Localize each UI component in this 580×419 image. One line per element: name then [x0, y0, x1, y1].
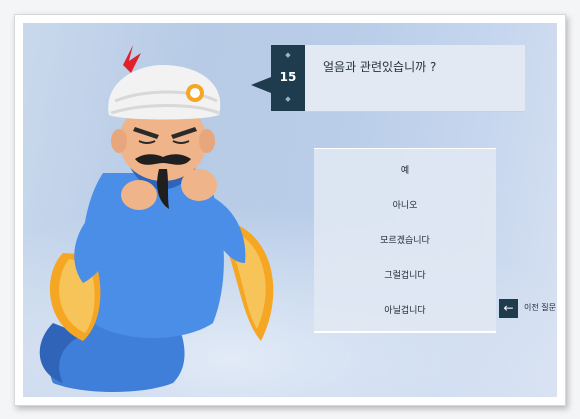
- screenshot-frame: ◆ 15 ◆ 얼음과 관련있습니까 ? 예 아니오 모르겠습니다 그럴겁니다 아…: [0, 0, 580, 419]
- game-stage: ◆ 15 ◆ 얼음과 관련있습니까 ? 예 아니오 모르겠습니다 그럴겁니다 아…: [23, 23, 557, 397]
- question-text: 얼음과 관련있습니까 ?: [323, 60, 437, 74]
- question-number-badge: ◆ 15 ◆: [251, 45, 305, 111]
- answer-dont-know[interactable]: 모르겠습니다: [314, 231, 496, 251]
- badge-ornament-bottom: ◆: [285, 95, 291, 103]
- previous-question-label[interactable]: 이전 질문: [524, 302, 556, 313]
- answer-list: 예 아니오 모르겠습니다 그럴겁니다 아닐겁니다: [314, 148, 496, 333]
- game-card: ◆ 15 ◆ 얼음과 관련있습니까 ? 예 아니오 모르겠습니다 그럴겁니다 아…: [14, 14, 566, 406]
- answer-probably-not[interactable]: 아닐겁니다: [314, 301, 496, 321]
- answer-yes[interactable]: 예: [314, 161, 496, 181]
- answer-probably[interactable]: 그럴겁니다: [314, 266, 496, 286]
- answer-no[interactable]: 아니오: [314, 196, 496, 216]
- question-box: 얼음과 관련있습니까 ?: [305, 45, 525, 112]
- question-number: 15: [279, 70, 297, 84]
- badge-ornament-top: ◆: [285, 51, 291, 59]
- arrow-left-icon[interactable]: ←: [499, 299, 518, 318]
